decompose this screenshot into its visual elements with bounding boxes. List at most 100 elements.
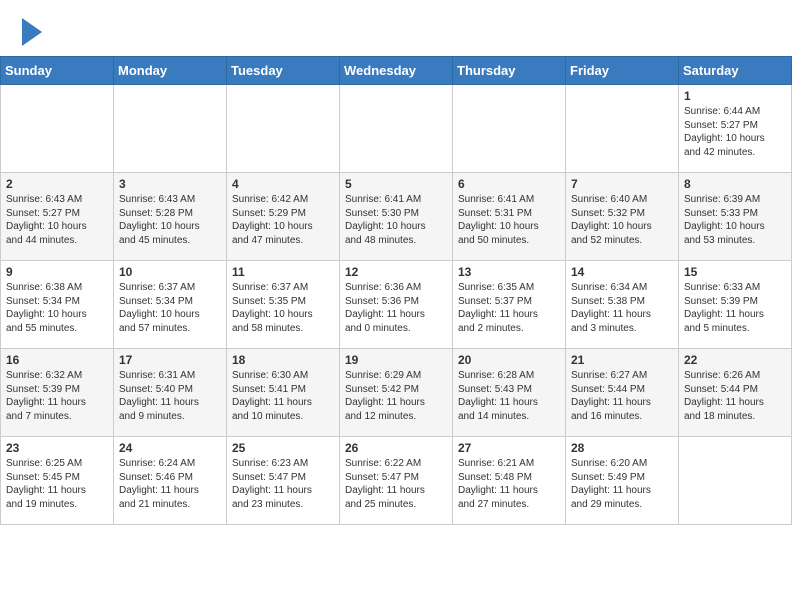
weekday-header-monday: Monday <box>114 57 227 85</box>
day-cell: 26 Sunrise: 6:22 AM Sunset: 5:47 PM Dayli… <box>340 437 453 525</box>
weekday-header-sunday: Sunday <box>1 57 114 85</box>
day-number: 9 <box>6 265 108 279</box>
logo <box>20 18 42 46</box>
day-number: 28 <box>571 441 673 455</box>
day-info: Sunrise: 6:36 AM Sunset: 5:36 PM Dayligh… <box>345 281 447 335</box>
day-cell <box>1 85 114 173</box>
weekday-header-saturday: Saturday <box>679 57 792 85</box>
day-info: Sunrise: 6:25 AM Sunset: 5:45 PM Dayligh… <box>6 457 108 511</box>
day-cell: 2Sunrise: 6:43 AM Sunset: 5:27 PM Daylig… <box>1 173 114 261</box>
day-number: 23 <box>6 441 108 455</box>
day-cell: 21 Sunrise: 6:27 AM Sunset: 5:44 PM Dayli… <box>566 349 679 437</box>
day-cell: 14 Sunrise: 6:34 AM Sunset: 5:38 PM Dayli… <box>566 261 679 349</box>
day-cell: 22 Sunrise: 6:26 AM Sunset: 5:44 PM Dayli… <box>679 349 792 437</box>
week-row-1: 1 Sunrise: 6:44 AM Sunset: 5:27 PM Daylig… <box>1 85 792 173</box>
day-number: 4 <box>232 177 334 191</box>
weekday-header-wednesday: Wednesday <box>340 57 453 85</box>
day-number: 17 <box>119 353 221 367</box>
day-cell: 7 Sunrise: 6:40 AM Sunset: 5:32 PM Daylig… <box>566 173 679 261</box>
week-row-2: 2Sunrise: 6:43 AM Sunset: 5:27 PM Daylig… <box>1 173 792 261</box>
day-info: Sunrise: 6:24 AM Sunset: 5:46 PM Dayligh… <box>119 457 221 511</box>
day-cell: 18Sunrise: 6:30 AM Sunset: 5:41 PM Dayli… <box>227 349 340 437</box>
week-row-3: 9 Sunrise: 6:38 AM Sunset: 5:34 PM Daylig… <box>1 261 792 349</box>
day-cell: 17 Sunrise: 6:31 AM Sunset: 5:40 PM Dayli… <box>114 349 227 437</box>
weekday-header-tuesday: Tuesday <box>227 57 340 85</box>
day-cell: 13 Sunrise: 6:35 AM Sunset: 5:37 PM Dayli… <box>453 261 566 349</box>
day-number: 19 <box>345 353 447 367</box>
day-number: 24 <box>119 441 221 455</box>
day-cell: 25 Sunrise: 6:23 AM Sunset: 5:47 PM Dayli… <box>227 437 340 525</box>
day-info: Sunrise: 6:34 AM Sunset: 5:38 PM Dayligh… <box>571 281 673 335</box>
day-cell <box>114 85 227 173</box>
day-cell: 9 Sunrise: 6:38 AM Sunset: 5:34 PM Daylig… <box>1 261 114 349</box>
day-number: 12 <box>345 265 447 279</box>
day-number: 21 <box>571 353 673 367</box>
day-cell: 28 Sunrise: 6:20 AM Sunset: 5:49 PM Dayli… <box>566 437 679 525</box>
day-number: 26 <box>345 441 447 455</box>
day-number: 10 <box>119 265 221 279</box>
day-cell <box>566 85 679 173</box>
day-info: Sunrise: 6:20 AM Sunset: 5:49 PM Dayligh… <box>571 457 673 511</box>
day-cell <box>340 85 453 173</box>
day-cell: 27Sunrise: 6:21 AM Sunset: 5:48 PM Dayli… <box>453 437 566 525</box>
day-cell <box>227 85 340 173</box>
day-info: Sunrise: 6:31 AM Sunset: 5:40 PM Dayligh… <box>119 369 221 423</box>
week-row-5: 23 Sunrise: 6:25 AM Sunset: 5:45 PM Dayli… <box>1 437 792 525</box>
day-cell: 1 Sunrise: 6:44 AM Sunset: 5:27 PM Daylig… <box>679 85 792 173</box>
day-cell: 23 Sunrise: 6:25 AM Sunset: 5:45 PM Dayli… <box>1 437 114 525</box>
day-info: Sunrise: 6:26 AM Sunset: 5:44 PM Dayligh… <box>684 369 786 423</box>
day-info: Sunrise: 6:42 AM Sunset: 5:29 PM Dayligh… <box>232 193 334 247</box>
day-info: Sunrise: 6:23 AM Sunset: 5:47 PM Dayligh… <box>232 457 334 511</box>
day-cell: 11 Sunrise: 6:37 AM Sunset: 5:35 PM Dayli… <box>227 261 340 349</box>
day-info: Sunrise: 6:32 AM Sunset: 5:39 PM Dayligh… <box>6 369 108 423</box>
day-cell <box>679 437 792 525</box>
day-info: Sunrise: 6:38 AM Sunset: 5:34 PM Dayligh… <box>6 281 108 335</box>
day-info: Sunrise: 6:27 AM Sunset: 5:44 PM Dayligh… <box>571 369 673 423</box>
day-info: Sunrise: 6:41 AM Sunset: 5:30 PM Dayligh… <box>345 193 447 247</box>
day-number: 22 <box>684 353 786 367</box>
day-info: Sunrise: 6:37 AM Sunset: 5:35 PM Dayligh… <box>232 281 334 335</box>
day-info: Sunrise: 6:39 AM Sunset: 5:33 PM Dayligh… <box>684 193 786 247</box>
day-cell: 19 Sunrise: 6:29 AM Sunset: 5:42 PM Dayli… <box>340 349 453 437</box>
day-number: 1 <box>684 89 786 103</box>
calendar: SundayMondayTuesdayWednesdayThursdayFrid… <box>0 56 792 525</box>
day-info: Sunrise: 6:44 AM Sunset: 5:27 PM Dayligh… <box>684 105 786 159</box>
day-info: Sunrise: 6:30 AM Sunset: 5:41 PM Dayligh… <box>232 369 334 423</box>
day-number: 5 <box>345 177 447 191</box>
day-info: Sunrise: 6:43 AM Sunset: 5:28 PM Dayligh… <box>119 193 221 247</box>
weekday-header-friday: Friday <box>566 57 679 85</box>
day-info: Sunrise: 6:40 AM Sunset: 5:32 PM Dayligh… <box>571 193 673 247</box>
day-number: 6 <box>458 177 560 191</box>
day-cell: 3 Sunrise: 6:43 AM Sunset: 5:28 PM Daylig… <box>114 173 227 261</box>
day-info: Sunrise: 6:41 AM Sunset: 5:31 PM Dayligh… <box>458 193 560 247</box>
day-info: Sunrise: 6:35 AM Sunset: 5:37 PM Dayligh… <box>458 281 560 335</box>
day-number: 25 <box>232 441 334 455</box>
day-cell <box>453 85 566 173</box>
day-number: 8 <box>684 177 786 191</box>
day-cell: 4 Sunrise: 6:42 AM Sunset: 5:29 PM Daylig… <box>227 173 340 261</box>
day-number: 15 <box>684 265 786 279</box>
day-number: 14 <box>571 265 673 279</box>
day-number: 7 <box>571 177 673 191</box>
day-cell: 24 Sunrise: 6:24 AM Sunset: 5:46 PM Dayli… <box>114 437 227 525</box>
weekday-header-row: SundayMondayTuesdayWednesdayThursdayFrid… <box>1 57 792 85</box>
day-info: Sunrise: 6:29 AM Sunset: 5:42 PM Dayligh… <box>345 369 447 423</box>
day-cell: 16Sunrise: 6:32 AM Sunset: 5:39 PM Dayli… <box>1 349 114 437</box>
day-info: Sunrise: 6:22 AM Sunset: 5:47 PM Dayligh… <box>345 457 447 511</box>
day-number: 11 <box>232 265 334 279</box>
page: SundayMondayTuesdayWednesdayThursdayFrid… <box>0 0 792 612</box>
day-info: Sunrise: 6:21 AM Sunset: 5:48 PM Dayligh… <box>458 457 560 511</box>
day-number: 20 <box>458 353 560 367</box>
day-cell: 15 Sunrise: 6:33 AM Sunset: 5:39 PM Dayli… <box>679 261 792 349</box>
weekday-header-thursday: Thursday <box>453 57 566 85</box>
day-number: 13 <box>458 265 560 279</box>
header <box>0 0 792 56</box>
day-info: Sunrise: 6:33 AM Sunset: 5:39 PM Dayligh… <box>684 281 786 335</box>
logo-icon <box>22 18 42 46</box>
day-number: 3 <box>119 177 221 191</box>
day-info: Sunrise: 6:43 AM Sunset: 5:27 PM Dayligh… <box>6 193 108 247</box>
day-cell: 6 Sunrise: 6:41 AM Sunset: 5:31 PM Daylig… <box>453 173 566 261</box>
day-cell: 8 Sunrise: 6:39 AM Sunset: 5:33 PM Daylig… <box>679 173 792 261</box>
day-cell: 5 Sunrise: 6:41 AM Sunset: 5:30 PM Daylig… <box>340 173 453 261</box>
day-cell: 10Sunrise: 6:37 AM Sunset: 5:34 PM Dayli… <box>114 261 227 349</box>
